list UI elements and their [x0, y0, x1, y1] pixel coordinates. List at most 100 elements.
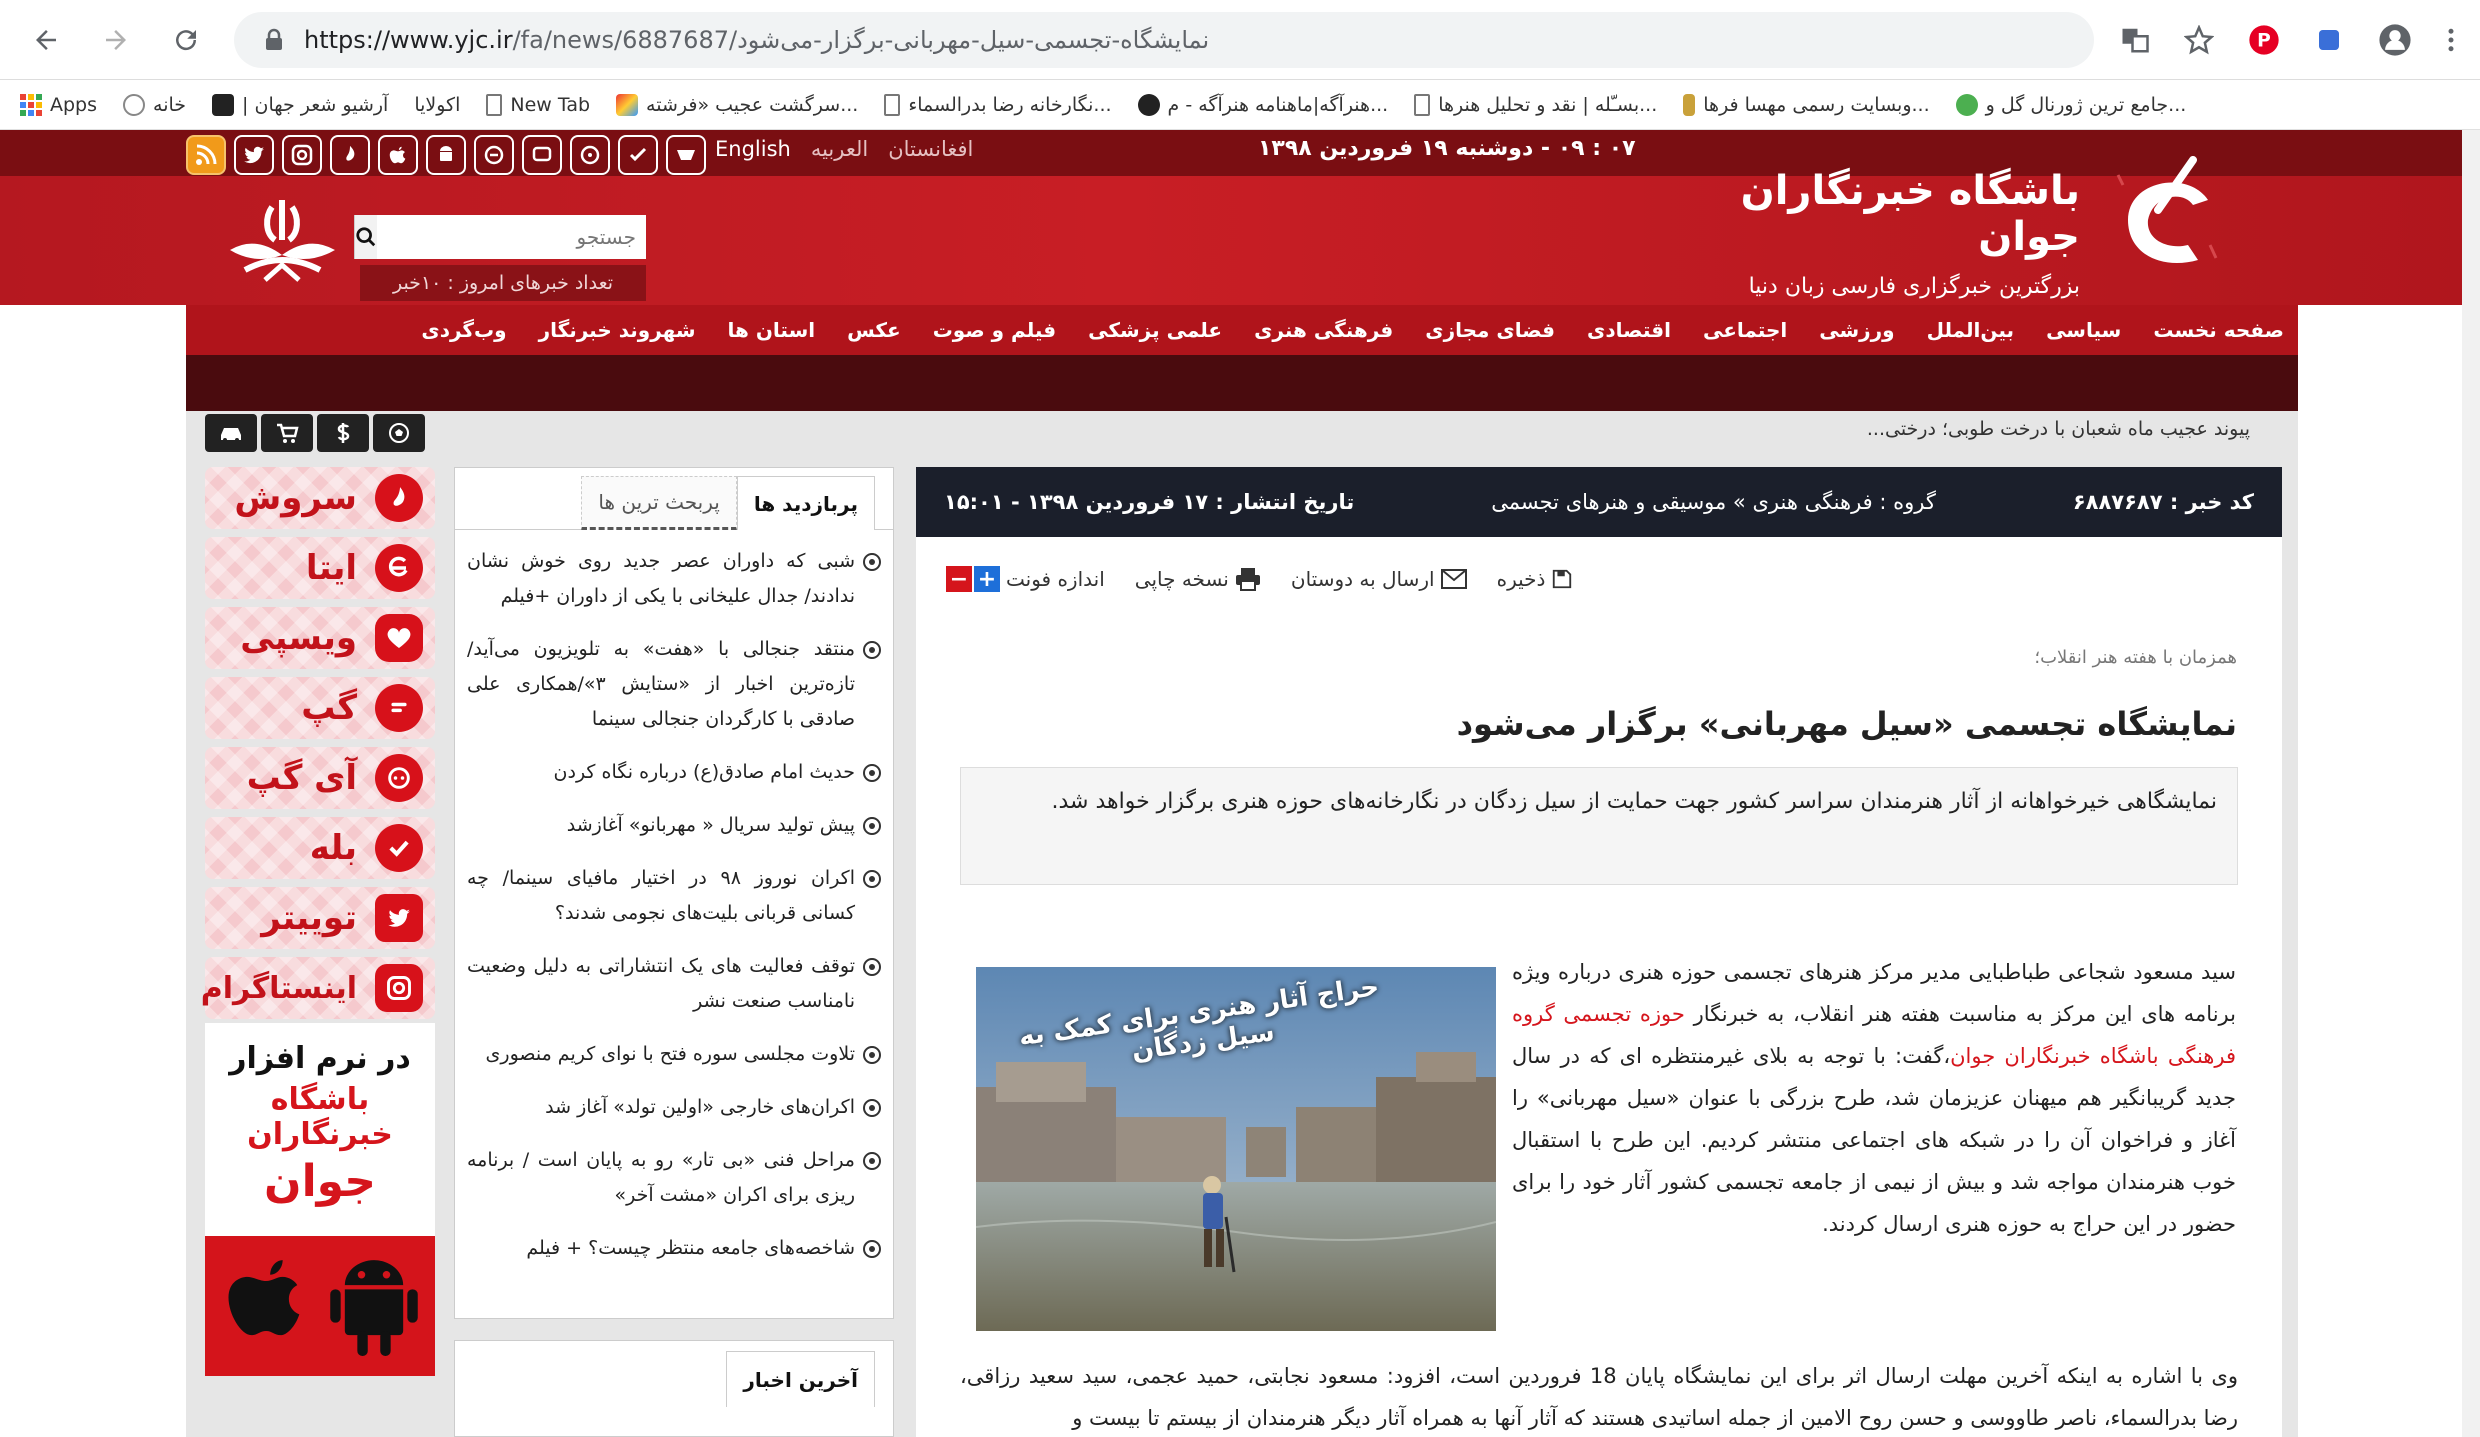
- list-item[interactable]: تلاوت مجلسی سوره فتح با نوای کریم منصوری: [467, 1037, 881, 1072]
- bookmark-item[interactable]: New Tab: [486, 93, 590, 116]
- send-label: ارسال به دوستان: [1290, 567, 1435, 591]
- soroush-icon[interactable]: [330, 135, 370, 175]
- list-item[interactable]: مراحل فنی «بی تار» رو به پایان است / برن…: [467, 1143, 881, 1213]
- messenger-label: ایتا: [305, 548, 357, 588]
- wispi-icon[interactable]: [666, 135, 706, 175]
- reload-button[interactable]: [164, 18, 208, 62]
- gap-icon: [375, 684, 423, 732]
- forward-button[interactable]: [94, 18, 138, 62]
- tab-most-discussed[interactable]: پربحث ترین ها: [581, 476, 737, 530]
- messenger-soroush-button[interactable]: سروش: [205, 467, 435, 529]
- back-button[interactable]: [24, 18, 68, 62]
- messenger-gap-button[interactable]: گپ: [205, 677, 435, 739]
- extension-icon[interactable]: [2314, 25, 2344, 55]
- car-icon[interactable]: [205, 414, 257, 452]
- lock-icon: [266, 28, 282, 50]
- menu-item[interactable]: علمی پزشکی: [1072, 305, 1238, 355]
- font-decrease-button[interactable]: −: [946, 566, 972, 592]
- menu-item[interactable]: وب‌گردی: [405, 305, 522, 355]
- android-icon[interactable]: [426, 135, 466, 175]
- news-ticker[interactable]: پیوند عجیب ماه شعبان با درخت طوبی؛ درختی…: [1300, 418, 2250, 440]
- gap-icon[interactable]: [522, 135, 562, 175]
- list-item[interactable]: اکران‌های خارجی «اولین تولد» آغاز شد: [467, 1090, 881, 1125]
- print-button[interactable]: نسخه چاپی: [1135, 567, 1261, 591]
- save-button[interactable]: ذخیره: [1497, 567, 1574, 591]
- menu-item[interactable]: صفحه نخست: [2137, 305, 2288, 355]
- messenger-eitaa-button[interactable]: ایتا: [205, 537, 435, 599]
- bookmark-item[interactable]: نگارخانه رضا بدرالسماء...: [884, 93, 1112, 116]
- bookmark-item[interactable]: وبسایت رسمی مهسا فرها...: [1683, 93, 1930, 116]
- lang-english[interactable]: English: [715, 137, 791, 161]
- instagram-icon[interactable]: [282, 135, 322, 175]
- menu-item[interactable]: سیاسی: [2030, 305, 2137, 355]
- bookmark-item[interactable]: اکولایا: [414, 94, 460, 116]
- list-item[interactable]: شاخصه‌های جامعه منتظر چیست؟ + فیلم: [467, 1231, 881, 1266]
- list-item[interactable]: اکران نوروز ۹۸ در اختیار مافیای سینما/ چ…: [467, 861, 881, 931]
- profile-icon[interactable]: [2378, 23, 2412, 57]
- apple-icon[interactable]: [378, 135, 418, 175]
- igap-icon[interactable]: [570, 135, 610, 175]
- tab-latest-news[interactable]: آخرین اخبار: [726, 1351, 875, 1407]
- bookmark-item[interactable]: جامع ترین ژورنال گل و...: [1955, 93, 2187, 116]
- pinterest-icon[interactable]: P: [2248, 24, 2280, 56]
- star-icon[interactable]: [2184, 24, 2214, 55]
- messenger-wispi-button[interactable]: ویسپی: [205, 607, 435, 669]
- lang-arabic[interactable]: العربیه: [811, 137, 868, 161]
- lang-afghanistan[interactable]: افغانستان: [888, 137, 973, 161]
- search-button[interactable]: [354, 215, 377, 259]
- rss-glyph-icon: [196, 144, 217, 165]
- app-download-banner[interactable]: [205, 1236, 435, 1376]
- cart-icon[interactable]: [261, 414, 313, 452]
- menu-item[interactable]: اقتصادی: [1571, 305, 1687, 355]
- football-icon[interactable]: [373, 414, 425, 452]
- list-item[interactable]: پیش تولید سریال « مهربانو» آغازشد: [467, 808, 881, 843]
- rss-icon[interactable]: [186, 135, 226, 175]
- bookmark-item[interactable]: خانه: [123, 93, 186, 116]
- menu-item[interactable]: فیلم و صوت: [917, 305, 1072, 355]
- app-promo-box[interactable]: در نرم افزار باشگاه خبرنگاران جوان: [205, 1023, 435, 1236]
- tab-most-viewed[interactable]: پربازدید ها: [736, 476, 875, 530]
- twitter-icon[interactable]: [234, 135, 274, 175]
- menu-item[interactable]: فضای مجازی: [1409, 305, 1571, 355]
- bookmark-apps[interactable]: Apps: [20, 93, 97, 116]
- menu-item[interactable]: اجتماعی: [1687, 305, 1803, 355]
- search-icon: [356, 227, 376, 247]
- bookmark-item[interactable]: بسـّله | نقد و تحلیل هنرها...: [1414, 93, 1657, 116]
- messenger-bale-button[interactable]: بله: [205, 817, 435, 879]
- yjc-logo-icon[interactable]: [2098, 150, 2228, 280]
- bookmark-label: جامع ترین ژورنال گل و...: [1985, 93, 2187, 116]
- bookmark-item[interactable]: هنرآگه|ماهنامه هنرآگه - م...: [1137, 93, 1388, 116]
- list-item[interactable]: توقف فعالیت های یک انتشاراتی به دلیل وضع…: [467, 949, 881, 1019]
- font-increase-button[interactable]: +: [974, 566, 1000, 592]
- bale-icon[interactable]: [618, 135, 658, 175]
- body-text: ،گفت: با توجه به بلای غیرمنتظره ای که در…: [1512, 1044, 2236, 1236]
- list-item[interactable]: حدیث امام صادق(ع) درباره نگاه کردن: [467, 755, 881, 790]
- search-input[interactable]: [377, 215, 646, 259]
- wispi-glyph-icon: [677, 150, 695, 160]
- address-bar[interactable]: https://www.yjc.ir/fa/news/6887687/نمایش…: [234, 11, 2094, 68]
- translate-icon[interactable]: [2120, 25, 2150, 55]
- menu-dots-icon[interactable]: [2446, 25, 2456, 55]
- messenger-igap-button[interactable]: آی گپ: [205, 747, 435, 809]
- bookmark-item[interactable]: | آرشیو شعر جهان: [212, 93, 388, 116]
- list-item[interactable]: شبی که داوران عصر جدید روی خوش نشان نداد…: [467, 544, 881, 614]
- page-scrollbar[interactable]: [2462, 130, 2480, 1437]
- eitaa-icon[interactable]: [474, 135, 514, 175]
- overline: همزمان با هفته هنر انقلاب؛: [2034, 647, 2237, 668]
- messenger-twitter-button[interactable]: توییتر: [205, 887, 435, 949]
- menu-item[interactable]: ورزشی: [1803, 305, 1910, 355]
- bookmark-item[interactable]: سرگشت عجیب «فرشته...: [616, 93, 858, 116]
- list-item-text: شاخصه‌های جامعه منتظر چیست؟ + فیلم: [526, 1237, 855, 1259]
- menu-item[interactable]: عکس: [831, 305, 917, 355]
- wispi-glyph-icon: [387, 628, 411, 648]
- site-brand[interactable]: باشگاه خبرنگاران جوان بزرگترین خبرگزاری …: [1700, 168, 2080, 299]
- send-to-friends-button[interactable]: ارسال به دوستان: [1291, 567, 1467, 591]
- dollar-icon[interactable]: [317, 414, 369, 452]
- list-item[interactable]: منتقد جنجالی با «هفت» به تلویزیون می‌آید…: [467, 632, 881, 737]
- menu-item[interactable]: فرهنگی هنری: [1238, 305, 1409, 355]
- messenger-instagram-button[interactable]: اینستاگرام: [201, 957, 435, 1019]
- menu-item[interactable]: بین‌الملل: [1911, 305, 2030, 355]
- article-body-paragraph-2: وی با اشاره به اینکه آخرین مهلت ارسال اث…: [960, 1364, 2238, 1430]
- menu-item[interactable]: شهروند خبرنگار: [523, 305, 712, 355]
- menu-item[interactable]: استان ها: [712, 305, 832, 355]
